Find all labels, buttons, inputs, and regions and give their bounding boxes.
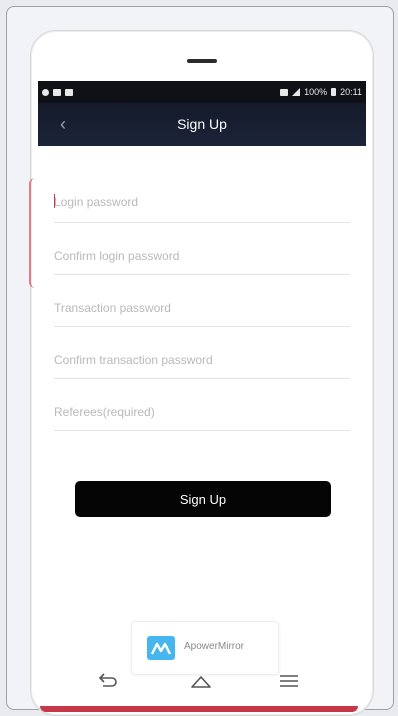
home-icon[interactable] — [188, 672, 214, 692]
menu-icon[interactable] — [276, 672, 302, 692]
confirm-login-password-field[interactable] — [54, 223, 350, 275]
referees-field[interactable] — [54, 379, 350, 431]
page-title: Sign Up — [177, 116, 227, 132]
transaction-password-field[interactable] — [54, 275, 350, 327]
login-password-field[interactable] — [54, 189, 350, 223]
signup-form — [54, 189, 350, 431]
confirm-transaction-password-input[interactable] — [54, 353, 344, 367]
side-edge-accent — [29, 178, 39, 288]
back-arrow-icon[interactable] — [94, 672, 120, 692]
confirm-login-password-input[interactable] — [54, 249, 344, 263]
signal-icon — [292, 88, 301, 96]
phone-bottom-edge — [40, 706, 358, 712]
sign-up-button[interactable]: Sign Up — [75, 481, 331, 517]
transaction-password-input[interactable] — [54, 301, 344, 315]
watermark-label: ApowerMirror — [184, 641, 245, 652]
youtube-icon — [53, 88, 61, 96]
referees-input[interactable] — [54, 405, 344, 419]
navigation-bar — [38, 664, 358, 704]
message-icon — [65, 88, 73, 96]
screen-cast-icon — [280, 88, 289, 96]
apowermirror-logo-icon — [147, 636, 175, 660]
status-bar: 100% 20:11 — [38, 81, 366, 103]
confirm-transaction-password-field[interactable] — [54, 327, 350, 379]
phone-screen: 100% 20:11 ‹ Sign Up Referees(required) … — [38, 81, 366, 675]
app-bar: ‹ Sign Up — [38, 103, 366, 146]
phone-frame: 100% 20:11 ‹ Sign Up Referees(required) … — [30, 30, 374, 716]
login-password-input[interactable] — [54, 195, 344, 209]
battery-icon — [331, 88, 337, 96]
whatsapp-icon — [42, 88, 49, 96]
speaker-grille — [187, 59, 217, 63]
clock: 20:11 — [340, 87, 362, 97]
battery-percent: 100% — [304, 87, 328, 97]
